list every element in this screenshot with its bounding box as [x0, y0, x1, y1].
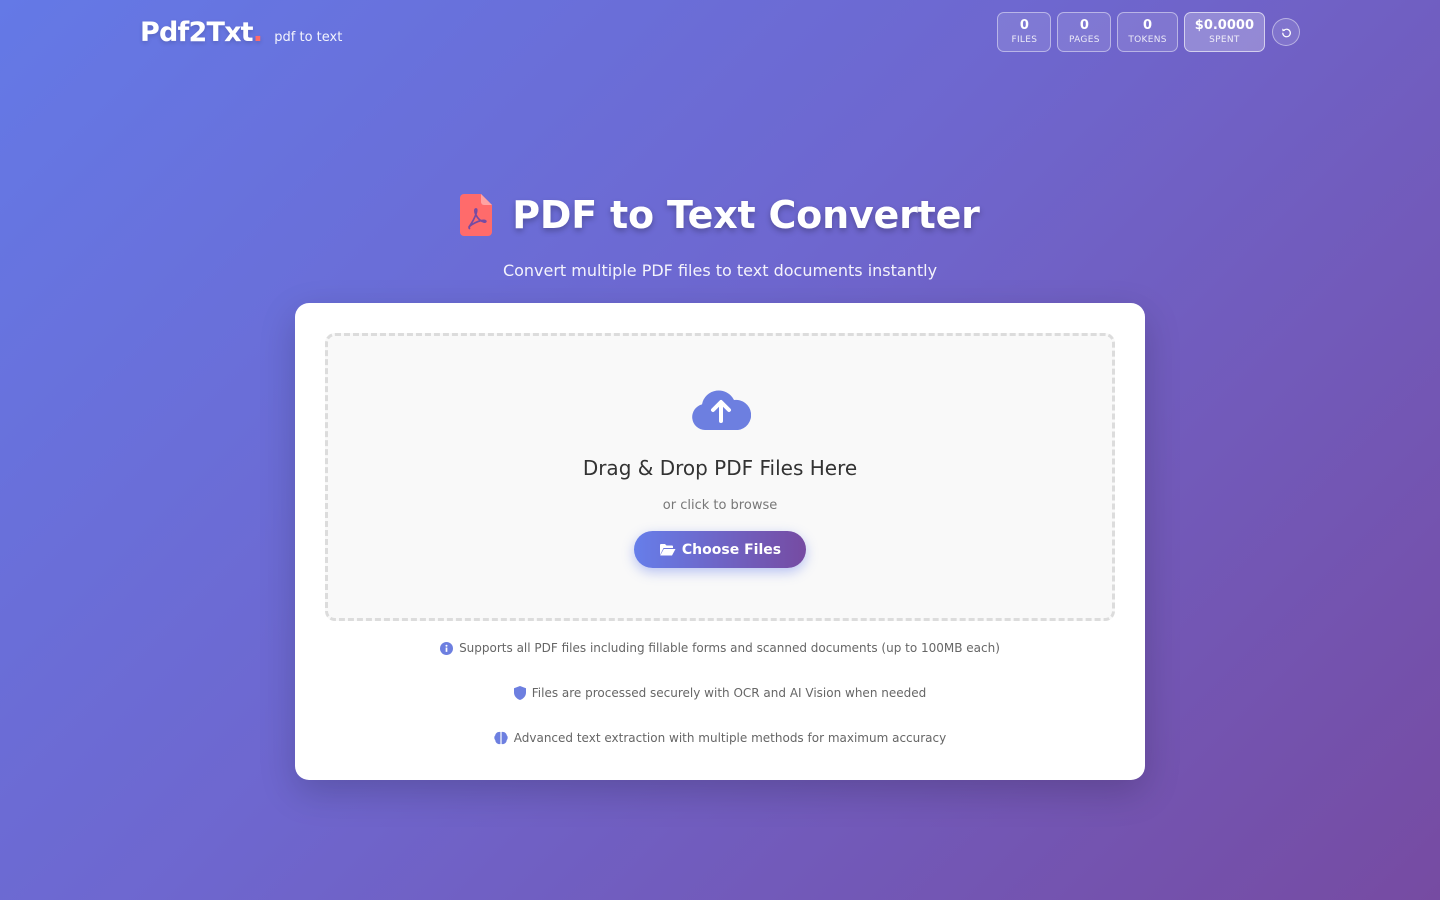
folder-open-icon: [659, 544, 676, 556]
info-extraction: Advanced text extraction with multiple m…: [295, 731, 1145, 745]
choose-files-label: Choose Files: [681, 541, 782, 558]
info-circle-icon: [440, 641, 454, 655]
stat-spent-label: SPENT: [1209, 35, 1240, 45]
file-pdf-icon: [460, 194, 493, 236]
cloud-upload-icon: [692, 390, 751, 430]
stat-pages-value: 0: [1079, 18, 1089, 33]
tagline: pdf to text: [274, 29, 343, 45]
logo[interactable]: Pdf2Txt.: [140, 16, 263, 48]
page-title: PDF to Text Converter: [512, 193, 980, 237]
hero-title: PDF to Text Converter: [0, 193, 1440, 237]
stat-files-value: 0: [1019, 18, 1029, 33]
stat-pages-label: PAGES: [1068, 35, 1100, 45]
info-security-text: Files are processed securely with OCR an…: [531, 686, 927, 700]
stat-tokens-label: TOKENS: [1128, 35, 1167, 45]
drop-zone[interactable]: Drag & Drop PDF Files Here or click to b…: [325, 333, 1115, 621]
choose-files-button[interactable]: Choose Files: [634, 531, 806, 568]
logo-dot: .: [252, 16, 263, 48]
stat-tokens-value: 0: [1143, 18, 1153, 33]
stat-files-label: FILES: [1011, 35, 1038, 45]
shield-icon: [513, 686, 526, 700]
reset-button[interactable]: [1272, 18, 1300, 46]
upload-card: Drag & Drop PDF Files Here or click to b…: [295, 303, 1145, 780]
stat-pages: 0 PAGES: [1057, 12, 1112, 52]
brand[interactable]: Pdf2Txt. pdf to text: [140, 17, 342, 48]
info-extraction-text: Advanced text extraction with multiple m…: [513, 731, 947, 745]
header: Pdf2Txt. pdf to text 0 FILES 0 PAGES 0 T…: [140, 12, 1300, 52]
stat-tokens: 0 TOKENS: [1117, 12, 1178, 52]
info-supports: Supports all PDF files including fillabl…: [295, 641, 1145, 655]
reset-icon: [1281, 28, 1291, 37]
stat-files: 0 FILES: [997, 12, 1052, 52]
info-security: Files are processed securely with OCR an…: [295, 686, 1145, 700]
drop-title: Drag & Drop PDF Files Here: [582, 456, 858, 480]
drop-subtitle: or click to browse: [662, 498, 778, 513]
stats-bar: 0 FILES 0 PAGES 0 TOKENS $0.0000 SPENT: [997, 12, 1300, 52]
stat-spent-value: $0.0000: [1194, 18, 1254, 33]
brain-icon: [494, 731, 508, 745]
page-subtitle: Convert multiple PDF files to text docum…: [502, 261, 938, 280]
stat-spent: $0.0000 SPENT: [1183, 12, 1265, 52]
info-supports-text: Supports all PDF files including fillabl…: [459, 641, 1000, 655]
